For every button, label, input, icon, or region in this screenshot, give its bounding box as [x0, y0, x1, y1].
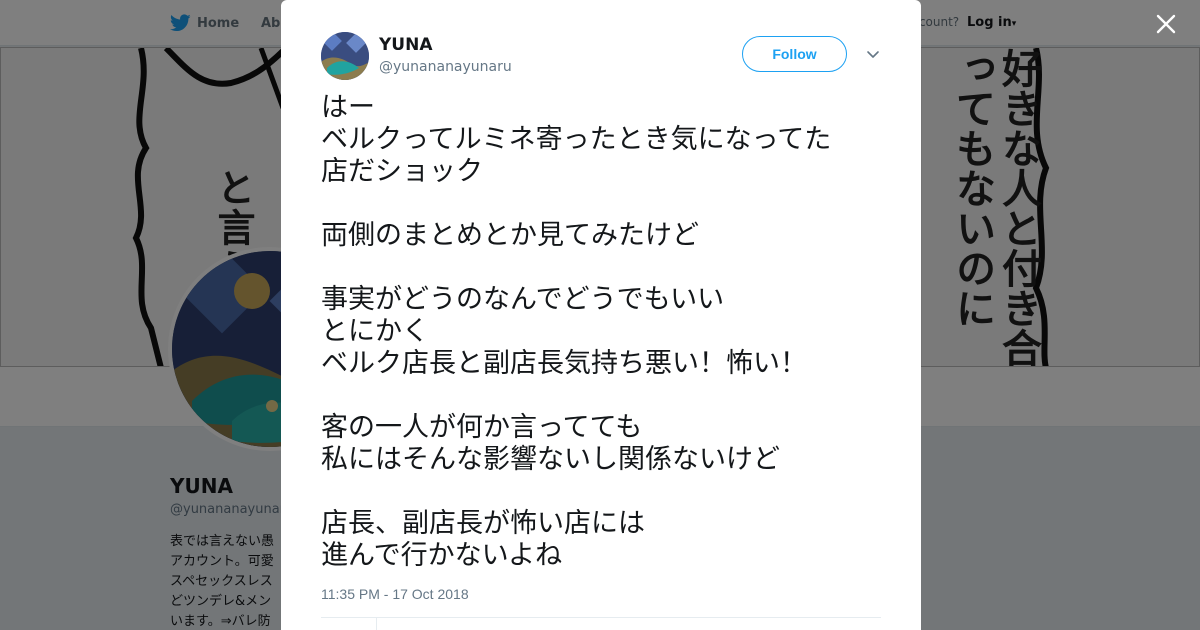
tweet-text: はー ベルクってルミネ寄ったとき気になってた 店だショック 両側のまとめとか見て… — [321, 92, 832, 571]
tweet-author-handle[interactable]: @yunananayunaru — [379, 59, 512, 75]
close-icon[interactable] — [1155, 13, 1177, 35]
tweet-timestamp[interactable]: 11:35 PM - 17 Oct 2018 — [321, 586, 469, 602]
follow-button[interactable]: Follow — [742, 36, 847, 72]
tweet-author-avatar[interactable] — [321, 32, 369, 80]
tweet-stats-divider — [376, 618, 377, 630]
tweet-modal: YUNA @yunananayunaru Follow はー ベルクってルミネ寄… — [281, 0, 921, 630]
tweet-author-name[interactable]: YUNA — [379, 35, 433, 55]
tweet-divider — [321, 617, 881, 618]
avatar-thumbnail-art — [321, 32, 369, 80]
chevron-down-icon[interactable] — [866, 47, 880, 61]
